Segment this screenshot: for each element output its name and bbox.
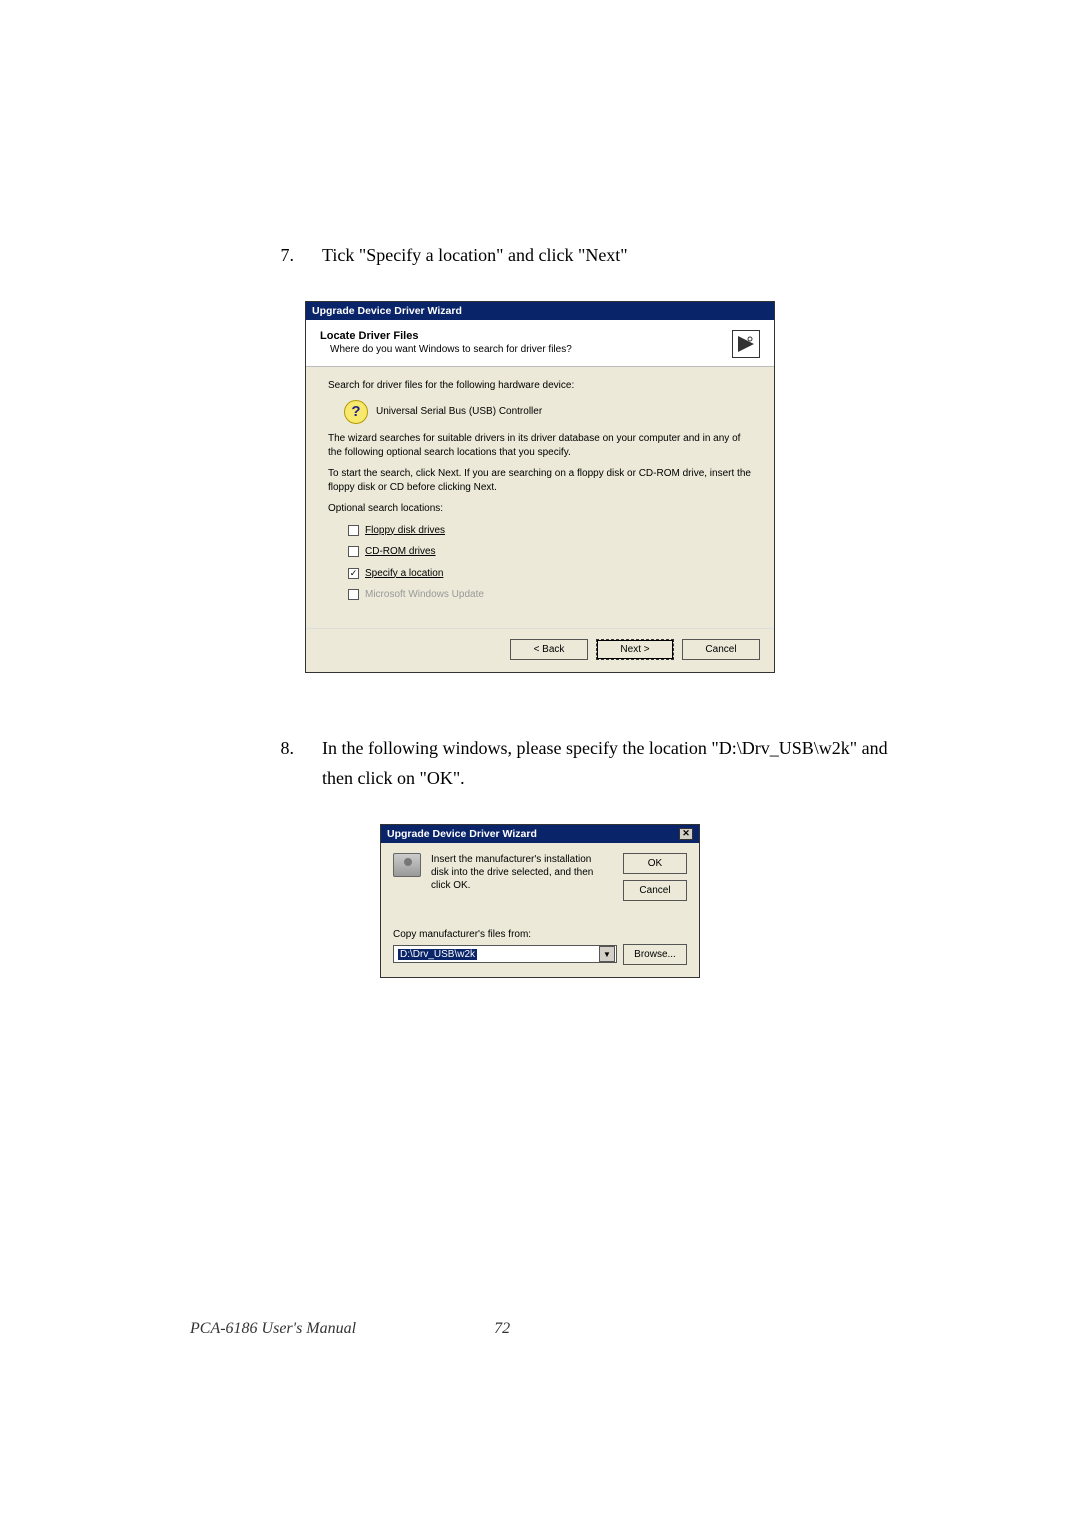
next-button[interactable]: Next > [596,639,674,660]
browse-button[interactable]: Browse... [623,944,687,965]
device-name: Universal Serial Bus (USB) Controller [376,405,542,419]
checkbox-label: CD-ROM drives [365,545,436,559]
dialog-header-text: Locate Driver Files Where do you want Wi… [320,330,732,355]
wizard-info-2: To start the search, click Next. If you … [328,467,752,494]
dialog-header-subtitle: Where do you want Windows to search for … [330,344,732,355]
checkbox-specify-location[interactable]: ✓ Specify a location [348,567,752,581]
dialog-lower: Copy manufacturer's files from: D:\Drv_U… [393,929,687,965]
chevron-down-icon[interactable]: ▼ [599,946,615,962]
dialog-right-buttons: OK Cancel [623,853,687,901]
step-number: 7. [270,240,294,271]
step-text: In the following windows, please specify… [322,733,900,794]
step-8: 8. In the following windows, please spec… [270,733,900,794]
checkbox-icon [348,546,359,557]
dialog-header: Locate Driver Files Where do you want Wi… [306,320,774,367]
driver-wizard-dialog-2: Upgrade Device Driver Wizard ✕ Insert th… [380,824,700,978]
checkbox-icon [348,589,359,600]
checkbox-cdrom[interactable]: CD-ROM drives [348,545,752,559]
dialog-titlebar: Upgrade Device Driver Wizard ✕ [381,825,699,843]
ok-button[interactable]: OK [623,853,687,874]
checkbox-floppy[interactable]: Floppy disk drives [348,524,752,538]
path-value: D:\Drv_USB\w2k [398,949,477,960]
cancel-button[interactable]: Cancel [682,639,760,660]
disk-icon [393,853,421,877]
close-icon[interactable]: ✕ [679,828,693,840]
dialog-body: Insert the manufacturer's installation d… [381,843,699,977]
question-mark-icon: ? [344,400,368,424]
dialog-button-row: < Back Next > Cancel [306,628,774,672]
dialog-message: Insert the manufacturer's installation d… [431,853,605,892]
step-7: 7. Tick "Specify a location" and click "… [270,240,900,271]
cancel-button[interactable]: Cancel [623,880,687,901]
wizard-info-1: The wizard searches for suitable drivers… [328,432,752,459]
dialog-header-title: Locate Driver Files [320,330,732,342]
path-input[interactable]: D:\Drv_USB\w2k ▼ [393,945,617,963]
device-row: ? Universal Serial Bus (USB) Controller [344,400,752,424]
manual-title: PCA-6186 User's Manual [190,1320,356,1338]
search-label: Search for driver files for the followin… [328,379,752,393]
checkbox-icon: ✓ [348,568,359,579]
path-combo-row: D:\Drv_USB\w2k ▼ Browse... [393,944,687,965]
checkbox-icon [348,525,359,536]
page-footer: PCA-6186 User's Manual 72 [190,1320,890,1338]
page-number: 72 [494,1320,510,1338]
step-text: Tick "Specify a location" and click "Nex… [322,240,900,271]
back-button[interactable]: < Back [510,639,588,660]
dialog-title-text: Upgrade Device Driver Wizard [387,828,537,840]
copy-from-label: Copy manufacturer's files from: [393,929,687,940]
dialog-body: Search for driver files for the followin… [306,367,774,628]
step-number: 8. [270,733,294,794]
dialog-top-row: Insert the manufacturer's installation d… [393,853,687,901]
checkbox-label: Specify a location [365,567,443,581]
wizard-icon [732,330,760,358]
checkbox-label: Microsoft Windows Update [365,588,484,602]
dialog-titlebar: Upgrade Device Driver Wizard [306,302,774,320]
checkbox-windows-update: Microsoft Windows Update [348,588,752,602]
document-page: 7. Tick "Specify a location" and click "… [0,0,1080,1528]
driver-wizard-dialog-1: Upgrade Device Driver Wizard Locate Driv… [305,301,775,673]
optional-locations-label: Optional search locations: [328,502,752,516]
checkbox-label: Floppy disk drives [365,524,445,538]
